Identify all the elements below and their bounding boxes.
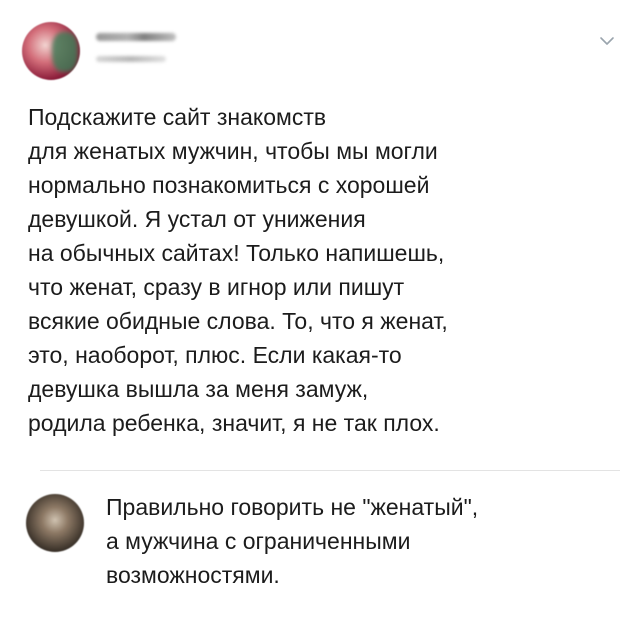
tweet-text: Подскажите сайт знакомств для женатых му… xyxy=(28,104,448,436)
tweet: Подскажите сайт знакомств для женатых му… xyxy=(0,0,640,470)
reply-author-avatar[interactable] xyxy=(26,494,84,552)
reply-text: Правильно говорить не "женатый", а мужчи… xyxy=(106,494,479,588)
author-avatar[interactable] xyxy=(22,22,80,80)
chevron-down-icon[interactable] xyxy=(598,32,616,50)
author-handle-blurred xyxy=(96,56,166,62)
author-name-blurred[interactable] xyxy=(96,33,176,41)
divider xyxy=(40,470,620,471)
